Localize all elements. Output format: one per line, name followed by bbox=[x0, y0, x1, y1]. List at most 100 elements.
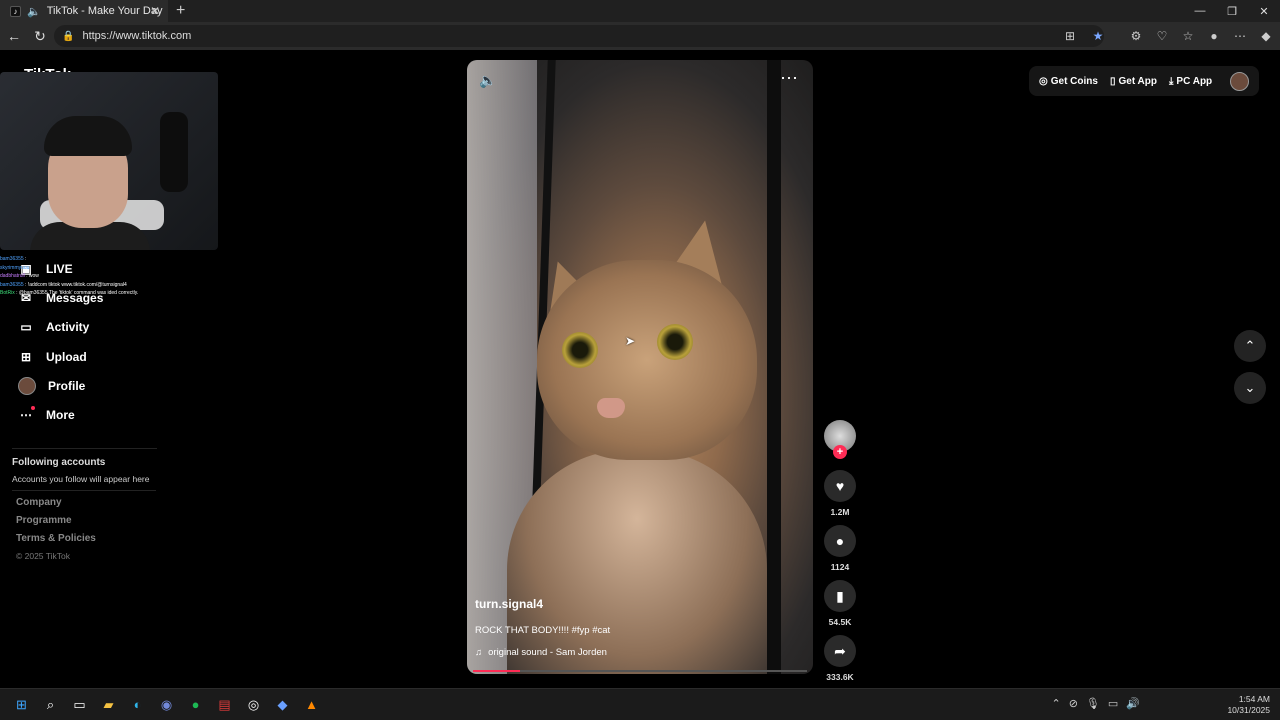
discord-icon[interactable]: ◉ bbox=[155, 693, 178, 716]
browser-tabbar: ♪ 🔈 TikTok - Make Your Day ✕ + — ❐ ✕ bbox=[0, 0, 1280, 22]
copilot-icon[interactable]: ◆ bbox=[1256, 25, 1276, 47]
activity-icon: ▭ bbox=[20, 320, 32, 335]
profile-icon[interactable]: ● bbox=[1204, 25, 1224, 47]
webcam-coat bbox=[160, 112, 188, 192]
copyright-text: © 2025 TikTok bbox=[16, 551, 70, 561]
divider bbox=[12, 448, 157, 449]
address-bar[interactable]: 🔒 https://www.tiktok.com bbox=[54, 25, 1104, 47]
follow-plus-icon[interactable]: + bbox=[833, 445, 847, 459]
pc-app-button[interactable]: ⤓ PC App bbox=[1169, 76, 1212, 87]
taskbar-clock[interactable]: 1:54 AM 10/31/2025 bbox=[1227, 694, 1270, 716]
cat-nose bbox=[597, 398, 625, 418]
new-tab-button[interactable]: + bbox=[176, 2, 185, 20]
speaker-icon[interactable]: 🔈 bbox=[27, 5, 41, 18]
comment-icon: ● bbox=[835, 533, 845, 549]
profile-avatar bbox=[18, 376, 36, 395]
extensions-icon[interactable]: ⚙ bbox=[1126, 25, 1146, 47]
pc-app-label: PC App bbox=[1176, 75, 1213, 87]
user-avatar[interactable] bbox=[1230, 71, 1250, 91]
browser-tool-icons: ⚙ ♡ ☆ ● ⋯ ◆ bbox=[1126, 25, 1276, 47]
back-icon[interactable]: ← bbox=[2, 24, 26, 48]
task-view-icon[interactable]: ▭ bbox=[68, 693, 91, 716]
video-player[interactable]: ➤ 🔈 ⋯ turn.signal4 ROCK THAT BODY!!!! #f… bbox=[467, 60, 813, 674]
microphone-icon[interactable]: 🎙 bbox=[1086, 697, 1100, 710]
site-info-icon[interactable]: 🔒 bbox=[62, 31, 74, 42]
save-button[interactable]: ▮ bbox=[824, 580, 856, 612]
like-button[interactable]: ♥ bbox=[824, 470, 856, 502]
sidebar-item-profile[interactable]: Profile bbox=[18, 371, 103, 400]
stream-chat-overlay: bam36355 : skyrimmyuuu dadbhatrull : wow… bbox=[0, 255, 140, 298]
browser-tab-tiktok[interactable]: ♪ 🔈 TikTok - Make Your Day ✕ bbox=[0, 0, 168, 22]
sidebar-item-more[interactable]: ⋯ More bbox=[18, 400, 103, 429]
spotify-icon[interactable]: ● bbox=[184, 693, 207, 716]
edge-icon[interactable]: ◐ bbox=[126, 693, 149, 716]
tiktok-favicon-icon: ♪ bbox=[10, 5, 21, 17]
next-video-button[interactable]: ⌄ bbox=[1234, 372, 1266, 404]
network-icon[interactable]: ▭ bbox=[1108, 697, 1118, 710]
chat-line: BotRix : @bam36355 The 'tiktok' command … bbox=[0, 290, 139, 296]
windows-taskbar: ⊞ ⌕ ▭ ▰ ◐ ◉ ● ▤ ◎ ◆ ▲ ⌃ ⊘ 🎙 ▭ 🔊 1:54 AM … bbox=[0, 688, 1280, 720]
obs-icon[interactable]: ◎ bbox=[242, 693, 265, 716]
footer-link-terms[interactable]: Terms & Policies bbox=[16, 533, 156, 551]
sidebar-item-activity[interactable]: ▭ Activity bbox=[18, 313, 103, 342]
app-icon[interactable]: ◆ bbox=[271, 693, 294, 716]
vlc-icon[interactable]: ▲ bbox=[300, 693, 323, 716]
file-explorer-icon[interactable]: ▰ bbox=[97, 693, 120, 716]
favorites-icon[interactable]: ☆ bbox=[1178, 25, 1198, 47]
search-icon[interactable]: ⌕ bbox=[39, 693, 62, 716]
sidebar-item-label: More bbox=[46, 408, 75, 423]
chevron-up-icon[interactable]: ⌃ bbox=[1051, 697, 1060, 710]
comment-count: 1124 bbox=[830, 562, 850, 572]
windows-start-icon[interactable]: ⊞ bbox=[10, 693, 33, 716]
following-accounts-section: Following accounts Accounts you follow w… bbox=[12, 448, 157, 484]
creator-avatar[interactable]: + bbox=[824, 420, 856, 459]
get-app-button[interactable]: ▯ Get App bbox=[1110, 76, 1157, 87]
sound-name: original sound - Sam Jorden bbox=[488, 647, 607, 658]
tab-title: TikTok - Make Your Day bbox=[46, 5, 163, 17]
phone-icon: ▯ bbox=[1109, 75, 1116, 87]
sidebar-item-upload[interactable]: ⊞ Upload bbox=[18, 342, 103, 371]
close-window-button[interactable]: ✕ bbox=[1248, 0, 1280, 22]
share-count: 333.6K bbox=[826, 672, 854, 682]
get-coins-label: Get Coins bbox=[1050, 75, 1098, 87]
get-coins-button[interactable]: ◎ Get Coins bbox=[1039, 76, 1098, 87]
browser-essentials-icon[interactable]: ♡ bbox=[1152, 25, 1172, 47]
video-author[interactable]: turn.signal4 bbox=[475, 597, 795, 611]
footer-link-programme[interactable]: Programme bbox=[16, 515, 156, 533]
clock-time: 1:54 AM bbox=[1238, 694, 1270, 704]
more-icon: ⋯ bbox=[20, 406, 35, 423]
taskbar-apps: ⊞ ⌕ ▭ ▰ ◐ ◉ ● ▤ ◎ ◆ ▲ bbox=[10, 693, 323, 716]
heart-icon: ♥ bbox=[835, 478, 845, 494]
notifications-off-icon[interactable]: ⊘ bbox=[1069, 697, 1078, 710]
more-options-icon[interactable]: ⋯ bbox=[780, 68, 799, 89]
save-count: 54.5K bbox=[828, 617, 852, 627]
share-button[interactable]: ➦ bbox=[824, 635, 856, 667]
comment-action: ● 1124 bbox=[824, 525, 856, 572]
close-tab-icon[interactable]: ✕ bbox=[150, 4, 160, 18]
volume-icon[interactable]: 🔈 bbox=[479, 72, 496, 89]
video-progress-bar[interactable] bbox=[473, 670, 807, 672]
video-sound[interactable]: ♫ original sound - Sam Jorden bbox=[475, 647, 795, 658]
coin-icon: ◎ bbox=[1039, 75, 1048, 87]
system-tray: ⌃ ⊘ 🎙 ▭ 🔊 bbox=[1051, 697, 1140, 710]
url-text: https://www.tiktok.com bbox=[82, 30, 192, 42]
restore-button[interactable]: ❐ bbox=[1216, 0, 1248, 22]
comment-button[interactable]: ● bbox=[824, 525, 856, 557]
volume-icon[interactable]: 🔊 bbox=[1126, 697, 1140, 710]
app-available-icon[interactable]: ⊞ bbox=[1060, 25, 1080, 47]
video-caption: turn.signal4 ROCK THAT BODY!!!! #fyp #ca… bbox=[475, 597, 795, 658]
address-bar-icons: ⊞ ★ bbox=[1060, 25, 1108, 47]
webcam-overlay bbox=[0, 72, 218, 250]
previous-video-button[interactable]: ⌃ bbox=[1234, 330, 1266, 362]
chat-line: skyrimmyuuu bbox=[0, 264, 30, 271]
sidebar-item-label: Profile bbox=[48, 378, 86, 393]
footer-link-company[interactable]: Company bbox=[16, 497, 156, 515]
window-controls: — ❐ ✕ bbox=[1184, 0, 1280, 22]
favorite-star-icon[interactable]: ★ bbox=[1088, 25, 1108, 47]
voicemod-icon[interactable]: ▤ bbox=[213, 693, 236, 716]
chevron-up-icon: ⌃ bbox=[1244, 338, 1256, 353]
settings-more-icon[interactable]: ⋯ bbox=[1230, 25, 1250, 47]
sidebar-footer: Company Programme Terms & Policies © 202… bbox=[12, 490, 156, 561]
refresh-icon[interactable]: ↻ bbox=[28, 24, 52, 48]
minimize-button[interactable]: — bbox=[1184, 0, 1216, 22]
